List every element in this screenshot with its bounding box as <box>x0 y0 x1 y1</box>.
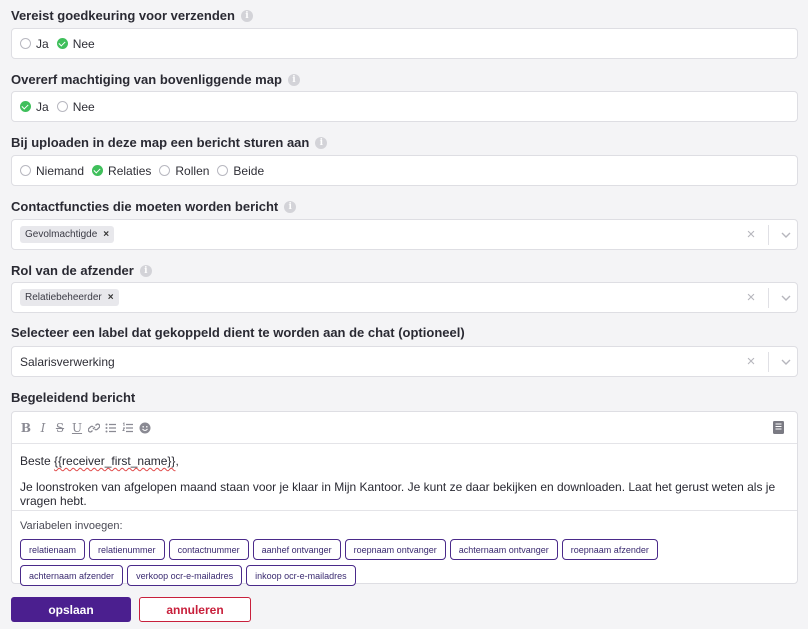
cancel-button[interactable]: annuleren <box>139 597 251 622</box>
bold-icon[interactable]: B <box>20 421 32 435</box>
check-circle-icon <box>92 165 104 176</box>
radio-inherit-nee[interactable]: Nee <box>56 100 95 114</box>
var-inkoop-ocr-button[interactable]: inkoop ocr-e-mailadres <box>246 565 356 586</box>
var-relatienaam-button[interactable]: relatienaam <box>20 539 86 560</box>
approval-radio-group: Ja Nee <box>20 37 95 51</box>
receiver-placeholder: {{receiver_first_name}} <box>54 454 176 468</box>
approval-radio-box: Ja Nee <box>11 28 798 59</box>
chevron-down-icon[interactable] <box>775 229 797 241</box>
inherit-radio-box: Ja Nee <box>11 91 798 122</box>
sender-role-label: Rol van de afzender i <box>11 263 152 278</box>
tag-relatiebeheerder: Relatiebeheerder × <box>20 289 119 306</box>
italic-icon[interactable]: I <box>37 421 49 435</box>
check-circle-icon <box>56 38 68 49</box>
var-achternaam-afzender-button[interactable]: achternaam afzender <box>20 565 124 586</box>
radio-approval-ja[interactable]: Ja <box>20 37 49 51</box>
template-book-icon[interactable] <box>772 420 785 435</box>
var-roepnaam-afzender-button[interactable]: roepnaam afzender <box>561 539 658 560</box>
var-contactnummer-button[interactable]: contactnummer <box>168 539 249 560</box>
upload-notify-radio-group: Niemand Relaties Rollen Beide <box>20 164 264 178</box>
bullet-list-icon[interactable] <box>105 421 117 435</box>
radio-unchecked-icon <box>20 38 31 49</box>
tag-gevolmachtigde: Gevolmachtigde × <box>20 226 115 243</box>
greeting-line: Beste {{receiver_first_name}}, <box>20 454 179 468</box>
radio-unchecked-icon <box>217 165 229 176</box>
divider <box>768 224 769 245</box>
var-relatienummer-button[interactable]: relatienummer <box>89 539 165 560</box>
chevron-down-icon[interactable] <box>775 356 797 368</box>
chat-label-label: Selecteer een label dat gekoppeld dient … <box>11 325 465 340</box>
radio-relaties[interactable]: Relaties <box>92 164 151 178</box>
close-icon[interactable]: × <box>740 289 762 306</box>
radio-rollen[interactable]: Rollen <box>159 164 209 178</box>
sender-role-select[interactable]: Relatiebeheerder × × <box>11 282 798 313</box>
var-roepnaam-ontvanger-button[interactable]: roepnaam ontvanger <box>344 539 446 560</box>
info-icon[interactable]: i <box>139 264 152 277</box>
remove-tag-icon[interactable]: × <box>108 292 114 303</box>
radio-beide[interactable]: Beide <box>217 164 264 178</box>
radio-inherit-ja[interactable]: Ja <box>20 100 49 114</box>
editor-toolbar: B I S U <box>12 412 797 444</box>
link-icon[interactable] <box>88 421 100 435</box>
strikethrough-icon[interactable]: S <box>54 421 66 435</box>
check-circle-icon <box>20 101 31 112</box>
info-icon[interactable]: i <box>284 200 297 213</box>
inherit-radio-group: Ja Nee <box>20 100 95 114</box>
info-icon[interactable]: i <box>315 136 328 149</box>
inherit-label: Overerf machtiging van bovenliggende map… <box>11 72 300 87</box>
radio-unchecked-icon <box>56 101 68 112</box>
variables-area: Variabelen invoegen: relatienaam relatie… <box>12 510 797 586</box>
radio-niemand[interactable]: Niemand <box>20 164 84 178</box>
divider <box>768 287 769 308</box>
close-icon[interactable]: × <box>740 353 762 370</box>
numbered-list-icon[interactable] <box>122 421 134 435</box>
remove-tag-icon[interactable]: × <box>103 229 109 240</box>
info-icon[interactable]: i <box>287 73 300 86</box>
contact-functions-select[interactable]: Gevolmachtigde × × <box>11 219 798 250</box>
var-achternaam-ontvanger-button[interactable]: achternaam ontvanger <box>449 539 558 560</box>
info-icon[interactable]: i <box>240 9 253 22</box>
var-verkoop-ocr-button[interactable]: verkoop ocr-e-mailadres <box>127 565 243 586</box>
message-label: Begeleidend bericht <box>11 390 136 405</box>
save-button[interactable]: opslaan <box>11 597 131 622</box>
radio-unchecked-icon <box>20 165 31 176</box>
var-aanhef-ontvanger-button[interactable]: aanhef ontvanger <box>252 539 341 560</box>
divider <box>768 351 769 372</box>
contact-functions-label: Contactfuncties die moeten worden berich… <box>11 199 297 214</box>
chevron-down-icon[interactable] <box>775 292 797 304</box>
approval-label: Vereist goedkeuring voor verzenden i <box>11 8 253 23</box>
variables-title: Variabelen invoegen: <box>20 520 123 532</box>
upload-notify-radio-box: Niemand Relaties Rollen Beide <box>11 155 798 186</box>
message-editor: B I S U Beste {{receiver_first_name}}, J… <box>11 411 798 586</box>
radio-unchecked-icon <box>159 165 171 176</box>
chat-label-select[interactable]: Salarisverwerking × <box>11 346 798 377</box>
upload-notify-label: Bij uploaden in deze map een bericht stu… <box>11 135 328 150</box>
underline-icon[interactable]: U <box>71 421 83 435</box>
radio-approval-nee[interactable]: Nee <box>56 37 95 51</box>
emoji-icon[interactable] <box>139 421 151 435</box>
message-body: Je loonstroken van afgelopen maand staan… <box>20 480 776 508</box>
message-content[interactable]: Beste {{receiver_first_name}}, Je loonst… <box>12 444 797 508</box>
chat-label-value: Salarisverwerking <box>20 354 115 369</box>
variables-list: relatienaam relatienummer contactnummer … <box>20 539 720 586</box>
close-icon[interactable]: × <box>740 226 762 243</box>
